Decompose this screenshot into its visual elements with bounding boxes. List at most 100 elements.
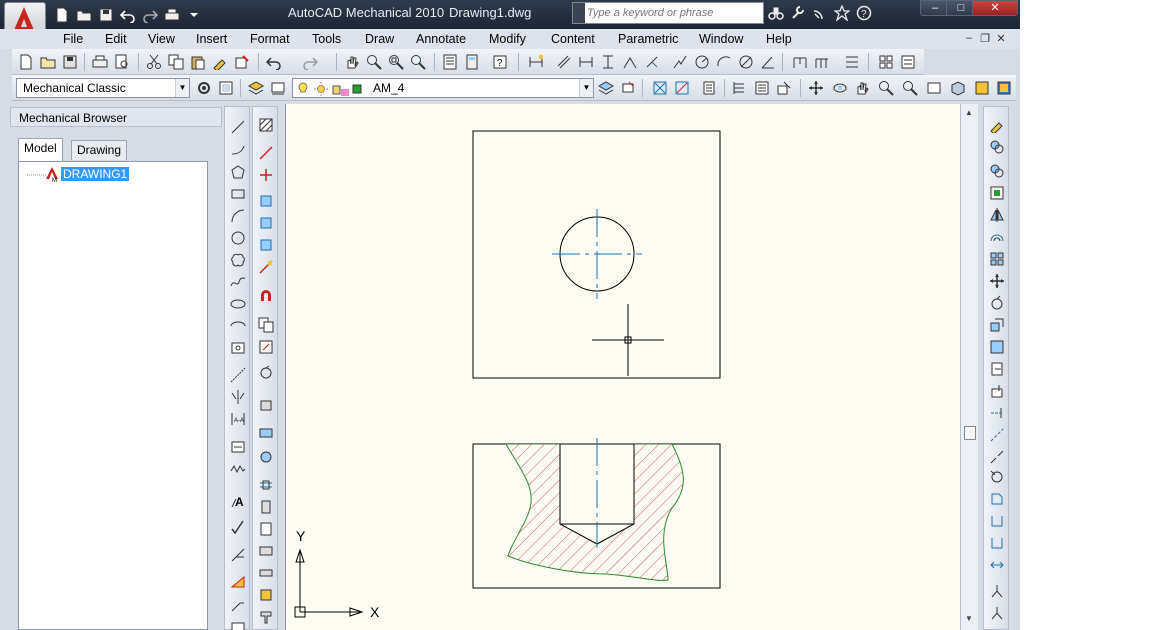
make-object-layer-current-icon[interactable] <box>596 78 616 98</box>
satellite-icon[interactable] <box>810 4 830 22</box>
magnet-icon[interactable] <box>256 285 276 305</box>
extend-modify-icon[interactable] <box>987 403 1007 423</box>
circle-icon[interactable] <box>228 228 248 248</box>
dimension-jogged-icon[interactable] <box>670 52 690 72</box>
close-window-button[interactable]: ✕ <box>972 0 1018 16</box>
workspace-settings-icon[interactable] <box>194 78 214 98</box>
binoculars-icon[interactable] <box>766 4 786 22</box>
menu-content[interactable]: Content <box>551 32 595 46</box>
dimension-continue-icon[interactable] <box>812 52 832 72</box>
drawing-canvas[interactable]: Y X <box>285 104 961 630</box>
table-icon[interactable] <box>228 619 248 630</box>
zoom-realtime-icon[interactable] <box>364 52 384 72</box>
menu-window[interactable]: Window <box>699 32 743 46</box>
zoom-window-icon[interactable] <box>386 52 406 72</box>
menu-annotate[interactable]: Annotate <box>416 32 466 46</box>
copy-modify-icon[interactable] <box>987 137 1007 157</box>
design-center-icon[interactable] <box>972 78 992 98</box>
stretch-modify-icon[interactable] <box>987 337 1007 357</box>
construction-line-icon[interactable] <box>228 365 248 385</box>
explode-icon[interactable] <box>987 555 1007 575</box>
named-views-icon[interactable] <box>924 78 944 98</box>
polygon-icon[interactable] <box>228 162 248 182</box>
dimension-angular-icon[interactable] <box>620 52 640 72</box>
open-file-icon[interactable] <box>38 52 58 72</box>
move-crosshair-icon[interactable] <box>806 78 826 98</box>
search-input[interactable] <box>587 5 759 21</box>
dimension-radius-icon[interactable] <box>692 52 712 72</box>
pan-toolbar-icon[interactable] <box>852 78 872 98</box>
mdi-restore-button[interactable]: ❐ <box>978 32 992 45</box>
zoom-previous-icon[interactable] <box>408 52 428 72</box>
polyline-icon[interactable] <box>228 140 248 160</box>
layer-group-icon[interactable] <box>730 78 750 98</box>
dimension-ordinate-icon[interactable] <box>642 52 662 72</box>
calculator-icon[interactable] <box>462 52 482 72</box>
weld-symbol-icon[interactable] <box>228 545 248 565</box>
tool-palettes-icon[interactable] <box>994 78 1014 98</box>
section-line-icon[interactable]: A-A <box>228 409 248 429</box>
fillet-icon[interactable] <box>987 511 1007 531</box>
print-icon[interactable] <box>90 52 110 72</box>
scroll-up-icon[interactable]: ▲ <box>965 108 973 117</box>
match-properties-icon[interactable] <box>210 52 230 72</box>
search-expand-icon[interactable] <box>573 3 585 23</box>
tree-node-drawing[interactable]: M DRAWING1 <box>45 166 130 182</box>
multi-copy-icon[interactable] <box>987 161 1007 181</box>
menu-insert[interactable]: Insert <box>196 32 227 46</box>
dimension-linear-icon[interactable] <box>526 52 546 72</box>
zoom-toolbar-icon[interactable] <box>876 78 896 98</box>
offset-icon[interactable] <box>987 227 1007 247</box>
menu-modify[interactable]: Modify <box>489 32 526 46</box>
fastener-icon[interactable] <box>256 607 276 627</box>
paste-icon[interactable] <box>188 52 208 72</box>
workspace-select[interactable]: Mechanical Classic ▼ <box>16 78 190 98</box>
copy-object-icon[interactable] <box>256 315 276 335</box>
mdi-close-button[interactable]: ✕ <box>994 32 1008 45</box>
nut-icon[interactable] <box>256 541 276 561</box>
hole-icon[interactable] <box>256 519 276 539</box>
mirror-icon[interactable] <box>228 387 248 407</box>
text-icon[interactable]: A <box>228 491 248 511</box>
tab-drawing[interactable]: Drawing <box>71 140 128 160</box>
clean-screen-icon[interactable] <box>216 78 236 98</box>
help-toolbar-icon[interactable]: ? <box>490 52 510 72</box>
layer-off-icon[interactable] <box>650 78 670 98</box>
mirror-modify-icon[interactable] <box>987 205 1007 225</box>
layer-walk-icon[interactable] <box>700 78 720 98</box>
layer-match-icon[interactable] <box>774 78 794 98</box>
erase-icon[interactable] <box>987 115 1007 135</box>
pan-icon[interactable] <box>342 52 362 72</box>
scroll-down-icon[interactable]: ▼ <box>965 614 973 623</box>
pin-icon[interactable] <box>256 563 276 583</box>
power-dimension-icon[interactable] <box>256 585 276 605</box>
spline-icon[interactable] <box>228 272 248 292</box>
qnew-icon[interactable] <box>52 6 72 24</box>
move-modify-icon[interactable] <box>987 271 1007 291</box>
plot-preview-icon[interactable] <box>112 52 132 72</box>
stretch-icon[interactable] <box>256 191 276 211</box>
break-line-icon[interactable] <box>228 437 248 457</box>
vertical-scrollbar[interactable]: ▲ ▼ <box>960 104 978 630</box>
save-icon[interactable] <box>96 6 116 24</box>
menu-view[interactable]: View <box>148 32 175 46</box>
properties-icon[interactable] <box>440 52 460 72</box>
dimension-aligned-icon[interactable] <box>554 52 574 72</box>
rotate-modify-icon[interactable] <box>987 293 1007 313</box>
insert-block-icon[interactable] <box>228 338 248 358</box>
dimension-arc-icon[interactable] <box>714 52 734 72</box>
break-at-point-icon[interactable] <box>987 425 1007 445</box>
zoom-extents-icon[interactable] <box>900 78 920 98</box>
tab-model[interactable]: Model <box>18 138 63 161</box>
layer-manager-icon[interactable] <box>246 78 266 98</box>
mdi-minimize-button[interactable]: – <box>962 32 976 44</box>
power-erase-icon[interactable] <box>987 603 1007 623</box>
3d-views-icon[interactable] <box>948 78 968 98</box>
block-editor-icon[interactable] <box>232 52 252 72</box>
spring-icon[interactable] <box>256 423 276 443</box>
cylinder-icon[interactable] <box>256 395 276 415</box>
chamfer-icon[interactable] <box>987 489 1007 509</box>
layer-select[interactable]: AM_4 ▼ <box>292 78 594 98</box>
array-icon[interactable] <box>256 235 276 255</box>
scroll-thumb[interactable] <box>964 426 976 440</box>
